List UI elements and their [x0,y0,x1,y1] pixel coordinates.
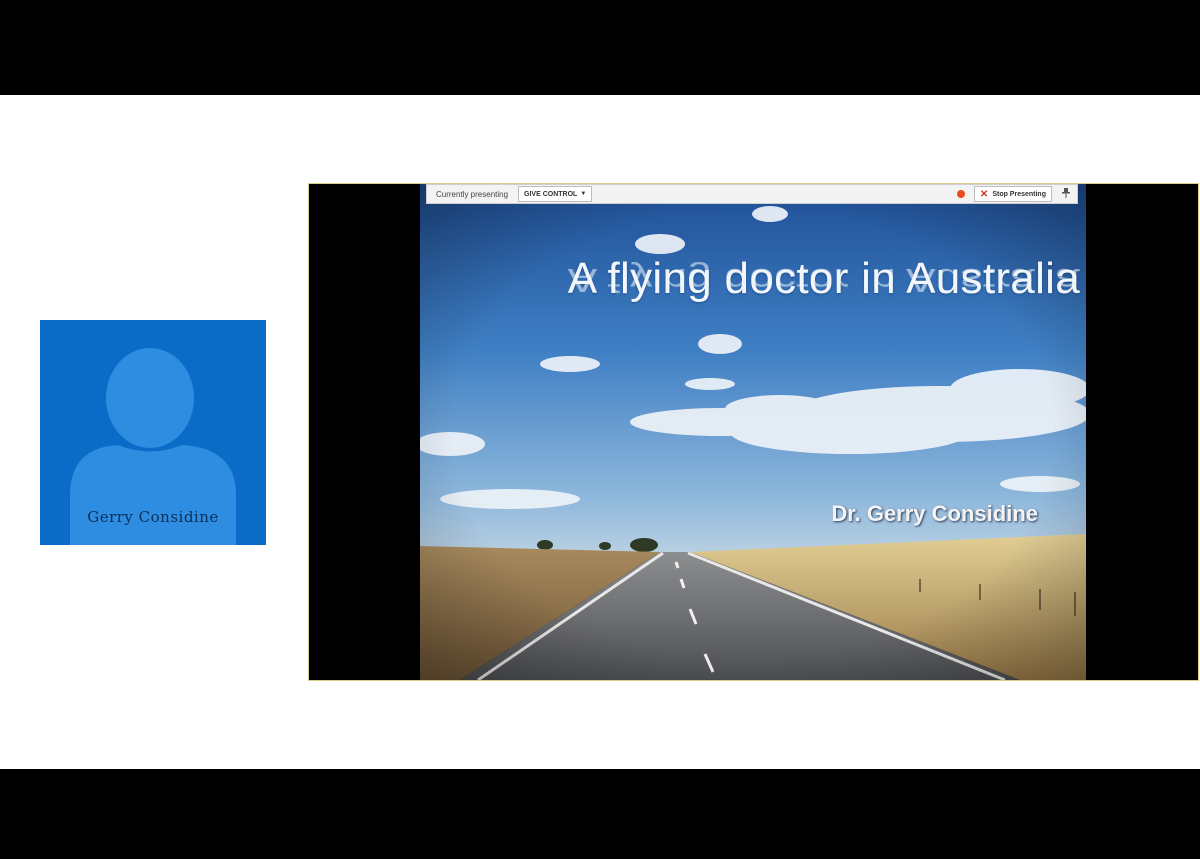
chevron-down-icon: ▼ [580,191,587,197]
pin-icon[interactable] [1062,188,1070,200]
record-icon [956,190,965,198]
slide-subtitle: Dr. Gerry Considine [831,501,1038,526]
letterbox-top [0,0,1200,95]
letterbox-bottom [0,769,1200,859]
stop-presenting-label: Stop Presenting [992,190,1046,198]
presentation-slide: A flying doctor in Australia A flying do… [420,184,1086,680]
presenter-toolbar: Currently presenting GIVE CONTROL ▼ ✕ St… [426,184,1078,204]
stop-presenting-button[interactable]: ✕ Stop Presenting [973,186,1052,202]
close-icon: ✕ [979,188,989,200]
shared-screen[interactable]: A flying doctor in Australia A flying do… [308,183,1199,681]
slide-title-reflection: A flying doctor in Australia [567,261,1080,298]
give-control-button[interactable]: GIVE CONTROL ▼ [518,186,593,202]
participant-name: Gerry Considine [87,508,219,526]
meeting-stage: Gerry Considine A flying doctor in Austr… [0,95,1200,769]
currently-presenting-label: Currently presenting [436,189,509,199]
give-control-label: GIVE CONTROL [524,190,578,198]
participant-tile[interactable]: Gerry Considine [40,320,266,545]
